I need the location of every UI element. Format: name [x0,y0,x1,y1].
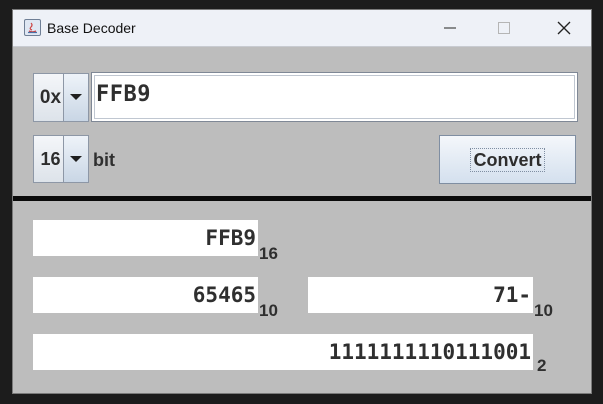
value-input-text: FFB9 [96,82,151,107]
convert-button[interactable]: Convert [439,135,576,184]
close-icon [557,21,571,35]
prefix-select-value: 0x [39,86,62,108]
bits-label: bit [93,150,115,170]
prefix-dropdown-arrow[interactable] [63,74,88,121]
signed-base-subscript: 10 [534,301,553,320]
app-window: Base Decoder 0x FFB9 16 bit Convert FFB9… [12,9,592,394]
binary-base-subscript: 2 [537,356,547,375]
value-input[interactable]: FFB9 [91,72,578,122]
minimize-button[interactable] [427,10,473,46]
close-button[interactable] [541,10,587,46]
title-bar[interactable]: Base Decoder [13,10,591,47]
unsigned-base-subscript: 10 [259,301,278,320]
hex-base-subscript: 16 [259,244,278,263]
section-divider [13,196,591,201]
hex-output: FFB9 [33,220,258,256]
minimize-icon [444,27,456,29]
unsigned-decimal-output: 65465 [33,277,258,313]
dropdown-arrow-icon [70,94,82,100]
window-title: Base Decoder [47,20,136,36]
java-app-icon [24,19,41,36]
bits-dropdown-arrow[interactable] [63,136,88,182]
signed-decimal-output: 71- [308,277,533,313]
convert-button-label: Convert [470,147,545,172]
maximize-button[interactable] [481,10,527,46]
maximize-icon [498,22,510,34]
binary-output: 1111111110111001 [33,334,533,370]
prefix-select[interactable]: 0x [33,73,89,122]
bits-select-value: 16 [40,148,61,169]
bits-select[interactable]: 16 [33,135,89,183]
dropdown-arrow-icon [70,155,82,162]
